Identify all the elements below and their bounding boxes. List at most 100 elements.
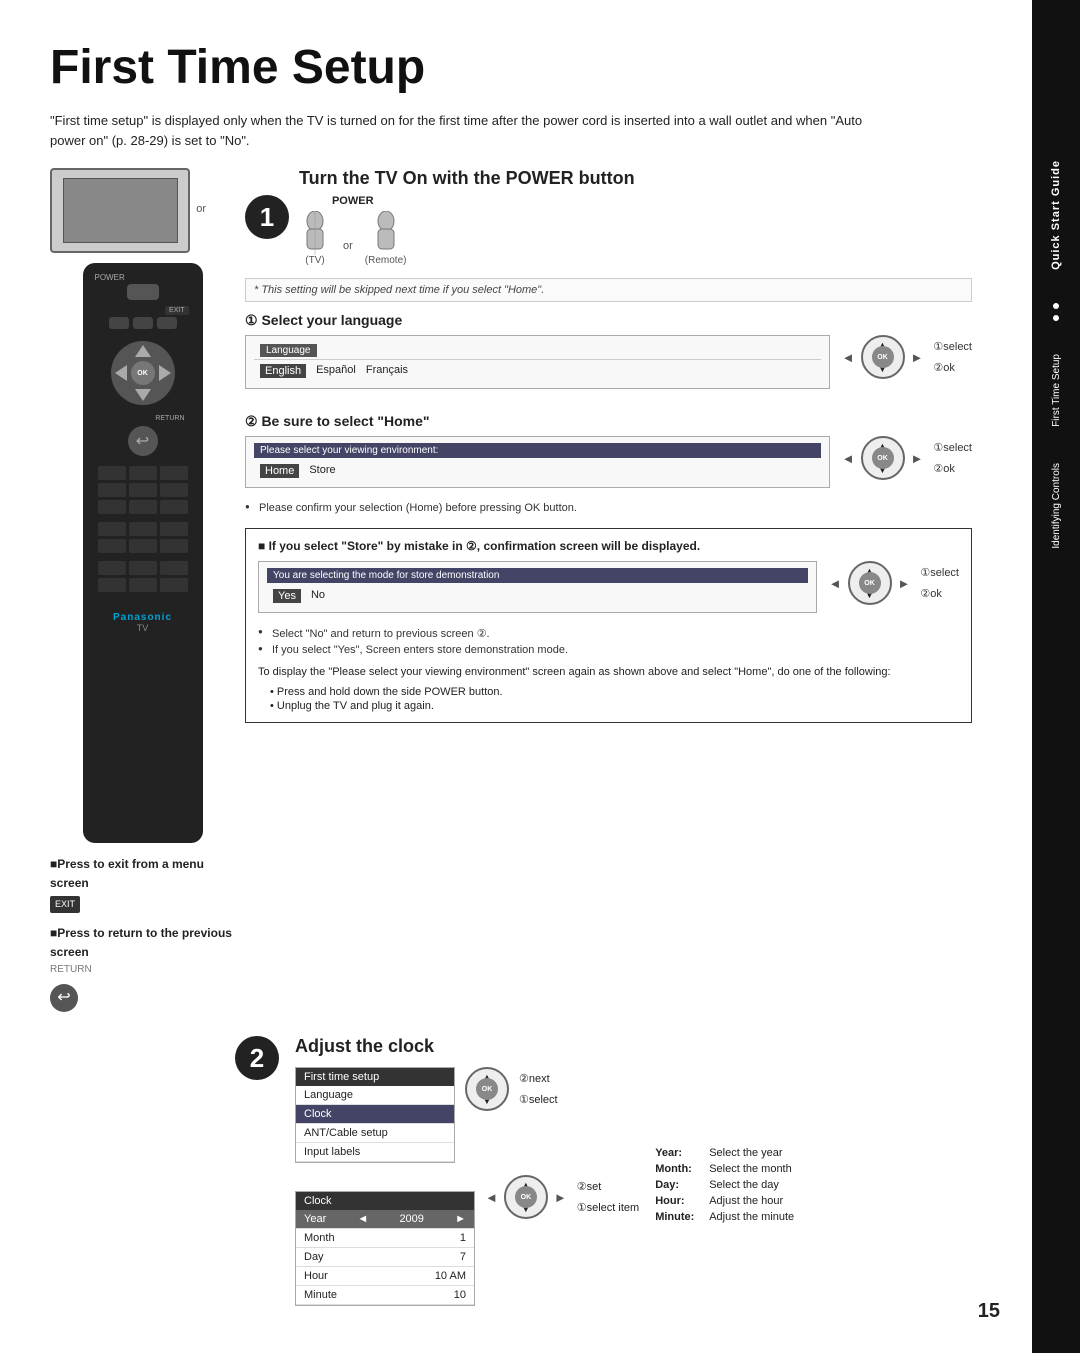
clock-hour-row[interactable]: Hour 10 AM	[296, 1267, 474, 1286]
home-mockup: Please select your viewing environment: …	[245, 436, 830, 488]
store-option[interactable]: Store	[309, 464, 335, 478]
clock-nav-col: ◄ ▲ ▼ OK ► ②set ①select item	[485, 1175, 639, 1219]
remote-hand-icon	[370, 211, 402, 255]
language-mockup: Language English Español Français	[245, 335, 830, 389]
store-demo-mockup: You are selecting the mode for store dem…	[258, 561, 817, 613]
step2-circle-col: 2	[235, 1036, 279, 1080]
home-mockup-title: Please select your viewing environment:	[254, 443, 821, 458]
clock-day-row[interactable]: Day 7	[296, 1248, 474, 1267]
month-label: Month: Select the month	[655, 1163, 794, 1175]
remote-dpad[interactable]: OK	[111, 341, 175, 405]
first-time-setup-menu: First time setup Language Clock ANT/Cabl…	[295, 1067, 455, 1163]
store-warning-box: ■ If you select "Store" by mistake in ②,…	[245, 528, 972, 723]
step2-section: 2 Adjust the clock First time setup Lang…	[50, 1036, 972, 1306]
menu-select-annotation: ①select	[519, 1093, 558, 1106]
menu-item-input[interactable]: Input labels	[296, 1143, 454, 1162]
return-label: RETURN	[155, 415, 184, 422]
step1-section: or POWER EXIT	[50, 168, 972, 1016]
store-yes[interactable]: Yes	[273, 589, 301, 603]
page-number: 15	[978, 1300, 1000, 1323]
sub-step1-title: ① Select your language	[245, 312, 972, 329]
home-ok-annotation: ②ok	[933, 462, 972, 475]
hour-label: Hour: Adjust the hour	[655, 1195, 794, 1207]
sub-step-home: ② Be sure to select "Home" Please select…	[245, 413, 972, 514]
press-return-note: ■Press to return to the previous screen …	[50, 924, 235, 1016]
page-title: First Time Setup	[50, 40, 972, 95]
remote-tv-label: TV	[137, 623, 149, 633]
home-ui-row: Please select your viewing environment: …	[245, 436, 972, 498]
intro-text: "First time setup" is displayed only whe…	[50, 111, 870, 150]
right-sidebar: Quick Start Guide First Time Setup Ident…	[1032, 0, 1080, 1353]
sub-step2-title: ② Be sure to select "Home"	[245, 413, 972, 430]
exit-button-label[interactable]: EXIT	[165, 306, 189, 315]
store-select-annotation: ①select	[920, 566, 959, 579]
store-bullet-1: Select "No" and return to previous scree…	[258, 627, 959, 640]
store-action-2: • Unplug the TV and plug it again.	[258, 700, 959, 712]
lang-espanol[interactable]: Español	[316, 364, 356, 378]
ok-button[interactable]: OK	[131, 361, 155, 385]
return-button[interactable]: ↩	[128, 426, 158, 456]
or-label-tv: or	[196, 203, 206, 215]
step2-circle: 2	[235, 1036, 279, 1080]
menu-item-clock[interactable]: Clock	[296, 1105, 454, 1124]
menu-next-annotation: ②next	[519, 1072, 558, 1085]
sidebar-title: Quick Start Guide	[1050, 160, 1062, 270]
press-exit-note: ■Press to exit from a menu screen EXIT	[50, 855, 235, 916]
exit-badge: EXIT	[50, 896, 80, 912]
clock-set-annotation: ②set	[577, 1180, 639, 1193]
home-confirm-note: Please confirm your selection (Home) bef…	[245, 502, 972, 514]
sidebar-items-list: First Time Setup Identifying Controls	[1051, 354, 1062, 548]
remote-illustration: POWER EXIT	[83, 263, 203, 843]
language-mockup-title: Language	[260, 344, 317, 357]
store-no[interactable]: No	[311, 589, 325, 603]
menu-nav-col: ▲ ▼ OK ②next ①select	[465, 1067, 558, 1111]
tv-label: (TV)	[305, 255, 324, 266]
home-option[interactable]: Home	[260, 464, 299, 478]
nav-circle-lang[interactable]: ▲ ▼ OK	[861, 335, 905, 379]
sidebar-dots	[1053, 300, 1059, 324]
lang-ok-annotation: ②ok	[933, 361, 972, 374]
home-select-annotation: ①select	[933, 441, 972, 454]
remote-extra-grid	[98, 561, 188, 592]
menu-with-nav: First time setup Language Clock ANT/Cabl…	[295, 1067, 639, 1163]
clock-mockups-col: First time setup Language Clock ANT/Cabl…	[295, 1067, 639, 1306]
remote-function-grid	[98, 522, 188, 553]
press-exit-title: ■Press to exit from a menu screen	[50, 855, 235, 893]
step2-inner: First time setup Language Clock ANT/Cabl…	[295, 1067, 972, 1306]
step1-circle: 1	[245, 195, 289, 239]
remote-power-label: POWER	[95, 273, 125, 282]
lang-francais[interactable]: Français	[366, 364, 408, 378]
lang-select-annotation: ①select	[933, 340, 972, 353]
step1-title: Turn the TV On with the POWER button	[299, 168, 635, 189]
power-label-header: POWER	[332, 195, 374, 207]
clock-year-row[interactable]: Year ◄ 2009 ►	[296, 1210, 474, 1229]
store-demo-title: You are selecting the mode for store dem…	[267, 568, 808, 583]
nav-circle-home[interactable]: ▲ ▼ OK	[861, 436, 905, 480]
language-ui-row: Language English Español Français	[245, 335, 972, 399]
store-to-display: To display the "Please select your viewi…	[258, 664, 959, 682]
remote-column: or POWER EXIT	[50, 168, 235, 1016]
day-label: Day: Select the day	[655, 1179, 794, 1191]
minute-label: Minute: Adjust the minute	[655, 1211, 794, 1223]
remote-top-buttons	[109, 317, 177, 329]
clock-minute-row[interactable]: Minute 10	[296, 1286, 474, 1305]
menu-item-language[interactable]: Language	[296, 1086, 454, 1105]
clock-field-labels: Year: Select the year Month: Select the …	[655, 1067, 794, 1227]
nav-circle-store[interactable]: ▲ ▼ OK	[848, 561, 892, 605]
clock-select-annotation: ①select item	[577, 1201, 639, 1214]
remote-power-button[interactable]	[127, 284, 159, 300]
nav-circle-menu[interactable]: ▲ ▼ OK	[465, 1067, 509, 1111]
remote-label: (Remote)	[365, 255, 407, 266]
sidebar-item-1: First Time Setup	[1051, 354, 1062, 427]
clock-month-row[interactable]: Month 1	[296, 1229, 474, 1248]
tv-hand-icon	[299, 211, 331, 255]
return-badge[interactable]: ↩	[50, 984, 78, 1012]
remote-brand: Panasonic	[113, 612, 172, 623]
menu-item-ant[interactable]: ANT/Cable setup	[296, 1124, 454, 1143]
step2-title: Adjust the clock	[295, 1036, 972, 1057]
lang-english[interactable]: English	[260, 364, 306, 378]
nav-circle-clock[interactable]: ▲ ▼ OK	[504, 1175, 548, 1219]
return-label-small: RETURN	[50, 962, 235, 978]
year-label: Year: Select the year	[655, 1147, 794, 1159]
or-label-power: or	[343, 240, 353, 252]
